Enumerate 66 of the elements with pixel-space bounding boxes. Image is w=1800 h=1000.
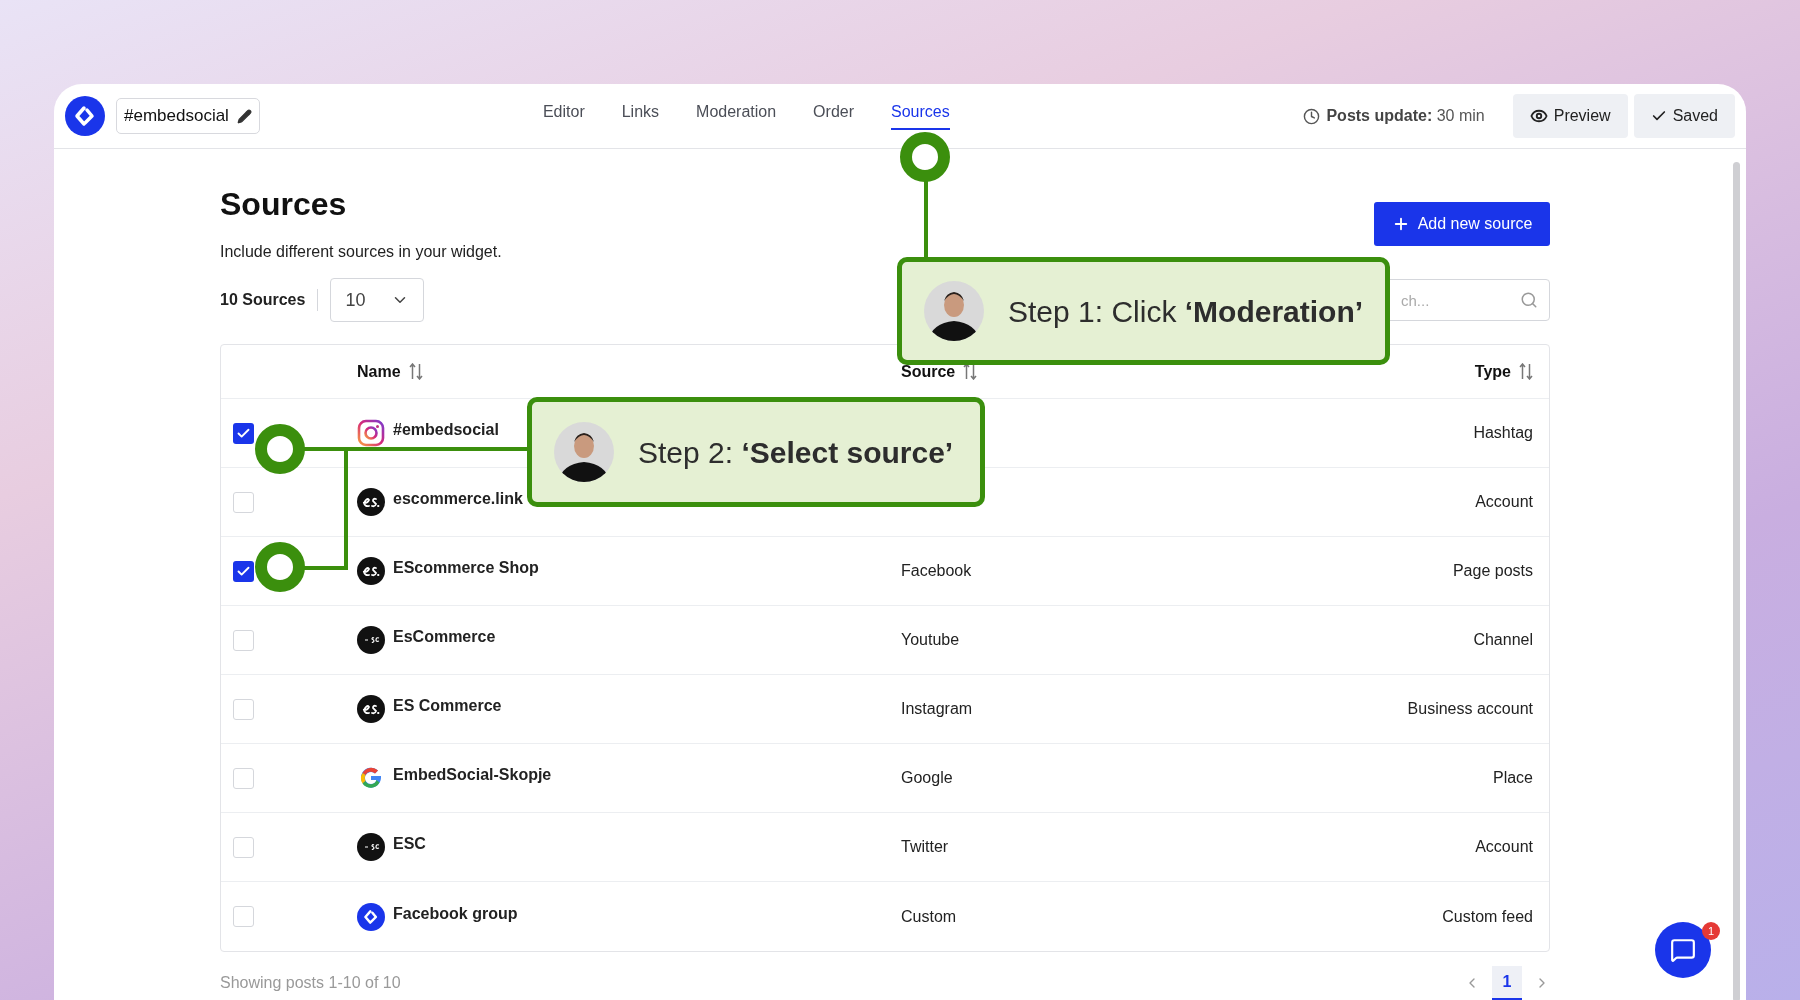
search-icon	[1520, 291, 1538, 309]
row-checkbox[interactable]	[233, 422, 254, 444]
brand-icon	[357, 488, 385, 516]
source-name: #embedsocial	[393, 420, 499, 440]
sort-icon[interactable]	[963, 363, 978, 380]
add-source-button[interactable]: Add new source	[1374, 202, 1550, 246]
source-type: Custom feed	[1442, 906, 1534, 927]
source-network: Twitter	[901, 838, 949, 855]
brand-icon	[357, 626, 385, 654]
clock-icon	[1303, 107, 1321, 125]
source-type: Channel	[1473, 630, 1534, 650]
nav-tab[interactable]: Editor	[542, 84, 585, 130]
camera-icon	[357, 419, 385, 447]
source-name: ES Commerce	[393, 696, 502, 716]
source-type: Business account	[1407, 699, 1534, 719]
page-title: Sources	[220, 185, 348, 224]
source-type: Page posts	[1452, 561, 1534, 581]
source-network: Youtube	[901, 631, 960, 648]
nav-tab[interactable]: Links	[621, 84, 660, 130]
sort-icon[interactable]	[408, 363, 423, 380]
logo-icon	[65, 96, 105, 136]
step-text: Step 2: ‘Select source’	[638, 434, 954, 471]
step-text: Step 1: Click ‘Moderation’	[1008, 293, 1364, 330]
saved-button[interactable]: Saved	[1633, 94, 1735, 138]
nav-tab[interactable]: Sources	[891, 84, 950, 130]
source-network: Facebook	[901, 562, 972, 579]
row-checkbox[interactable]	[233, 767, 254, 789]
source-name: EsCommerce	[393, 627, 496, 647]
widget-name-field[interactable]: #embedsocial	[116, 98, 260, 134]
source-type: Account	[1475, 492, 1534, 512]
nav-tab[interactable]: Order	[813, 84, 854, 130]
chat-icon	[1670, 937, 1696, 963]
brand-icon	[357, 902, 385, 931]
source-network: Instagram	[901, 700, 973, 717]
row-checkbox[interactable]	[233, 836, 254, 858]
source-name: EmbedSocial-Skopje	[393, 765, 552, 785]
row-checkbox[interactable]	[233, 629, 254, 651]
showing-text: Showing posts 1-10 of 10	[220, 973, 401, 993]
row-checkbox[interactable]	[233, 560, 254, 582]
source-type: Account	[1475, 837, 1534, 857]
page-number[interactable]: 1	[1492, 966, 1522, 1000]
row-checkbox[interactable]	[233, 906, 254, 927]
row-checkbox[interactable]	[233, 491, 254, 513]
brand-icon	[357, 557, 385, 585]
source-name: Facebook group	[393, 903, 518, 924]
source-type: Hashtag	[1473, 423, 1534, 443]
column-header[interactable]: Type	[1474, 359, 1511, 384]
eye-icon	[1529, 107, 1548, 125]
source-count: 10 Sources	[220, 290, 306, 310]
brand-icon	[357, 695, 385, 723]
source-name: ESC	[393, 834, 426, 854]
sort-icon[interactable]	[1519, 363, 1533, 380]
page-size-select[interactable]: 10	[330, 278, 425, 322]
brand-icon	[357, 833, 385, 861]
source-network: Google	[901, 769, 953, 786]
source-name: EScommerce Shop	[393, 558, 539, 578]
pencil-icon	[236, 108, 252, 124]
source-name: escommerce.link	[393, 489, 523, 509]
source-network: Custom	[901, 907, 957, 925]
nav-tab[interactable]: Moderation	[696, 84, 777, 130]
posts-update-text: Posts update: 30 min	[1326, 106, 1485, 126]
preview-button[interactable]: Preview	[1512, 94, 1628, 138]
source-type: Place	[1492, 768, 1534, 788]
page-subtitle: Include different sources in your widget.	[220, 242, 502, 262]
row-checkbox[interactable]	[233, 698, 254, 720]
column-header[interactable]: Name	[357, 359, 401, 384]
